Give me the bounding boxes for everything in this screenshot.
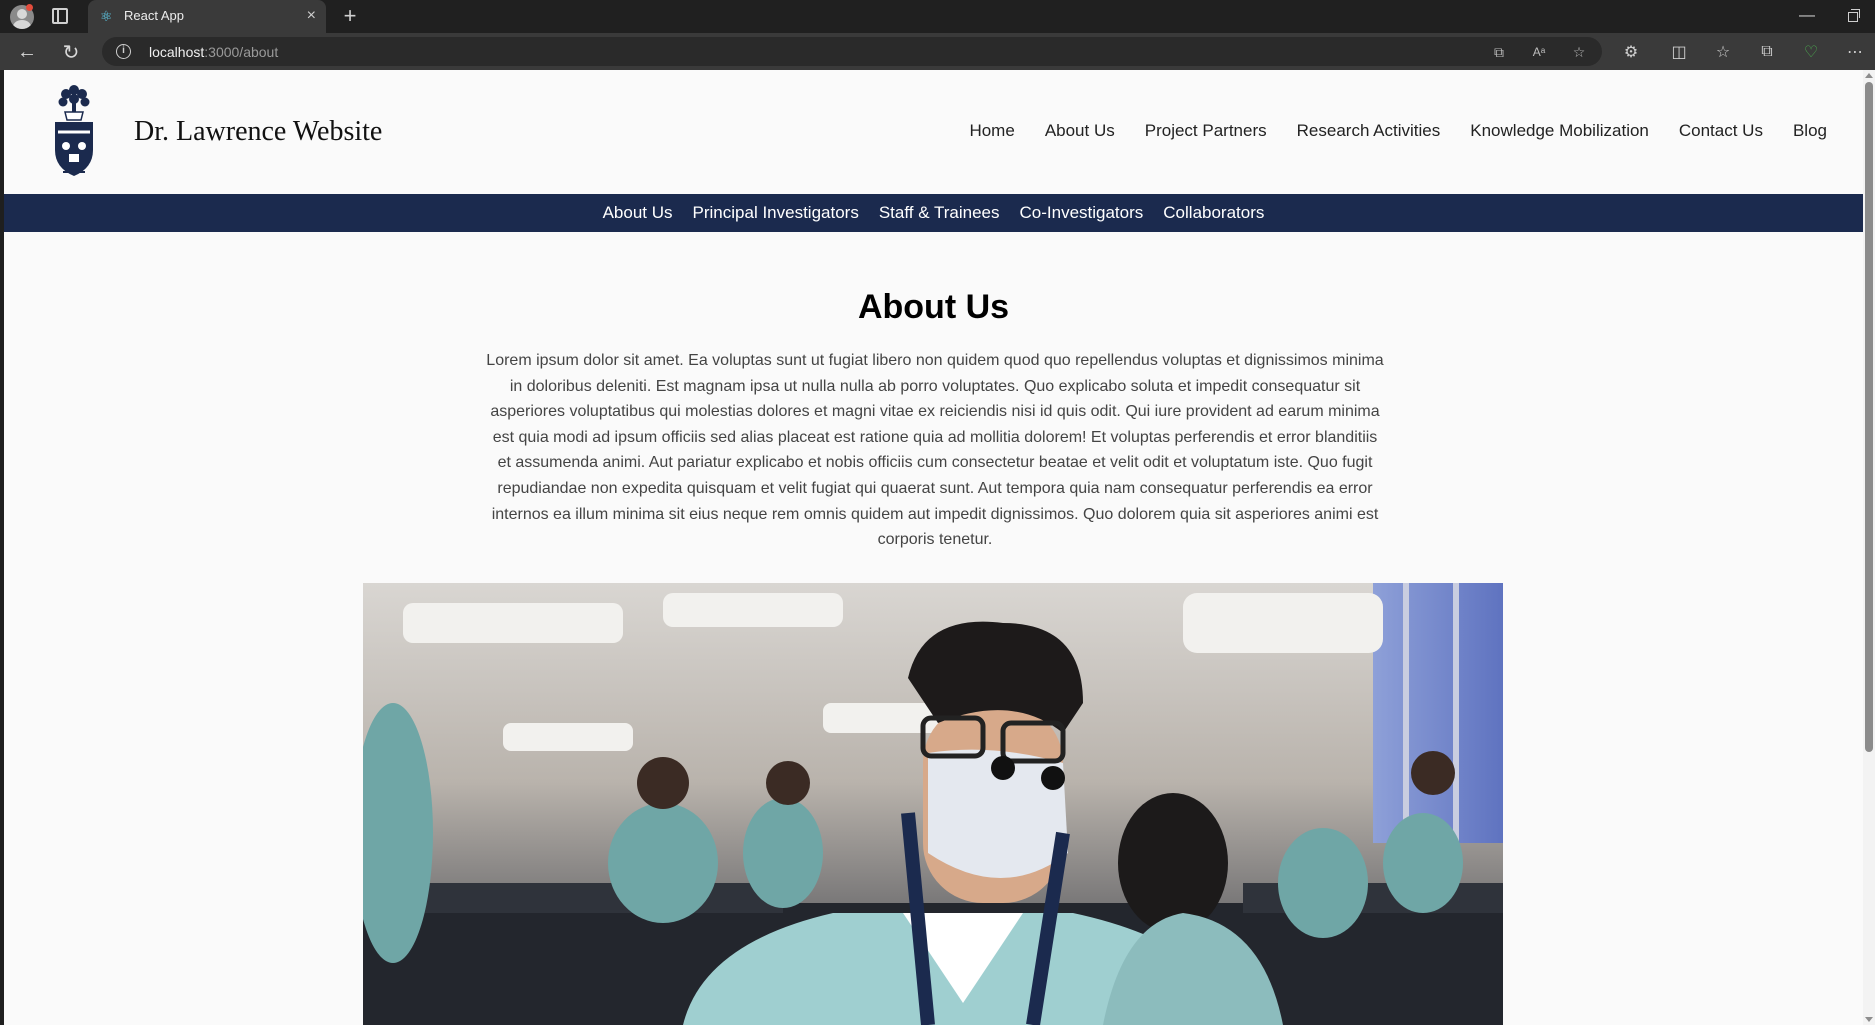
url-text[interactable]: localhost:3000/about [149, 44, 278, 60]
browser-essentials-icon[interactable]: ♡ [1800, 41, 1822, 63]
nav-contact-us[interactable]: Contact Us [1679, 121, 1763, 141]
info-icon[interactable]: i [116, 44, 131, 59]
subnav-collaborators[interactable]: Collaborators [1163, 203, 1264, 223]
browser-tab-bar: ⚛ React App × + — [0, 0, 1875, 33]
about-subnavigation: About Us Principal Investigators Staff &… [4, 194, 1863, 232]
restore-icon[interactable] [1843, 6, 1863, 26]
extensions-icon[interactable]: ⚙ [1620, 41, 1642, 63]
url-field[interactable]: i localhost:3000/about ⧉ Aᵃ ☆ [102, 37, 1602, 66]
nav-blog[interactable]: Blog [1793, 121, 1827, 141]
browser-address-bar: ← ↻ i localhost:3000/about ⧉ Aᵃ ☆ ⚙ ◫ ☆ … [0, 33, 1875, 70]
more-options-icon[interactable]: ⋯ [1844, 41, 1866, 63]
dental-clinic-photo [363, 583, 1503, 1025]
notification-dot-icon [26, 4, 33, 11]
subnav-principal-investigators[interactable]: Principal Investigators [693, 203, 859, 223]
site-header: Dr. Lawrence Website Home About Us Proje… [4, 70, 1863, 194]
scroll-up-icon[interactable] [1865, 73, 1873, 78]
subnav-staff-trainees[interactable]: Staff & Trainees [879, 203, 1000, 223]
read-aloud-icon[interactable]: Aᵃ [1530, 43, 1548, 61]
nav-research-activities[interactable]: Research Activities [1297, 121, 1441, 141]
about-paragraph: Lorem ipsum dolor sit amet. Ea voluptas … [486, 352, 1384, 549]
back-icon[interactable]: ← [14, 39, 40, 65]
page-title: About Us [857, 288, 1010, 326]
split-screen-icon[interactable]: ◫ [1668, 41, 1690, 63]
minimize-icon[interactable]: — [1797, 6, 1817, 26]
nav-knowledge-mobilization[interactable]: Knowledge Mobilization [1470, 121, 1649, 141]
open-in-app-icon[interactable]: ⧉ [1490, 43, 1508, 61]
subnav-co-investigators[interactable]: Co-Investigators [1020, 203, 1144, 223]
nav-project-partners[interactable]: Project Partners [1145, 121, 1267, 141]
new-tab-icon[interactable]: + [338, 3, 362, 28]
favorites-icon[interactable]: ☆ [1712, 41, 1734, 63]
nav-home[interactable]: Home [969, 121, 1014, 141]
collections-icon[interactable]: ⧉ [1756, 41, 1778, 63]
reload-icon[interactable]: ↻ [58, 39, 84, 65]
tab-actions-icon[interactable] [52, 8, 68, 24]
nav-about-us[interactable]: About Us [1045, 121, 1115, 141]
page-scrollbar[interactable] [1863, 70, 1875, 1025]
main-navigation: Home About Us Project Partners Research … [969, 121, 1827, 141]
favorite-star-icon[interactable]: ☆ [1570, 43, 1588, 61]
browser-tab[interactable]: ⚛ React App × [88, 0, 326, 33]
site-title[interactable]: Dr. Lawrence Website [134, 116, 382, 148]
close-tab-icon[interactable]: × [307, 6, 316, 26]
university-crest-logo[interactable] [51, 80, 97, 180]
scrollbar-thumb[interactable] [1865, 82, 1873, 752]
scroll-down-icon[interactable] [1865, 1017, 1873, 1022]
react-icon: ⚛ [100, 8, 113, 24]
page-viewport: Dr. Lawrence Website Home About Us Proje… [4, 70, 1863, 1025]
subnav-about-us[interactable]: About Us [603, 203, 673, 223]
tab-title: React App [124, 8, 184, 23]
